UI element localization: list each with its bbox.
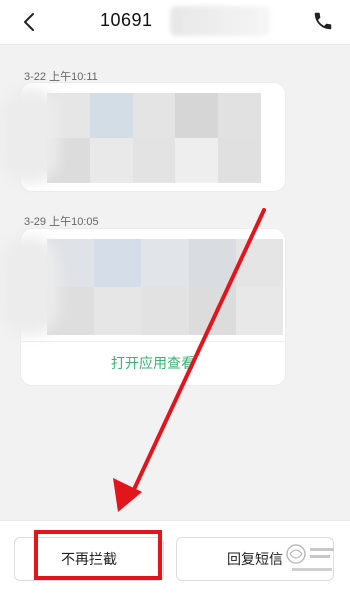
watermark-logo-icon — [286, 544, 334, 571]
sms-conversation-screen: 10691 3-22 上午10:11 3-29 上午10:05 打开应用查看 不… — [0, 0, 350, 593]
annotation-arrow — [113, 208, 266, 512]
